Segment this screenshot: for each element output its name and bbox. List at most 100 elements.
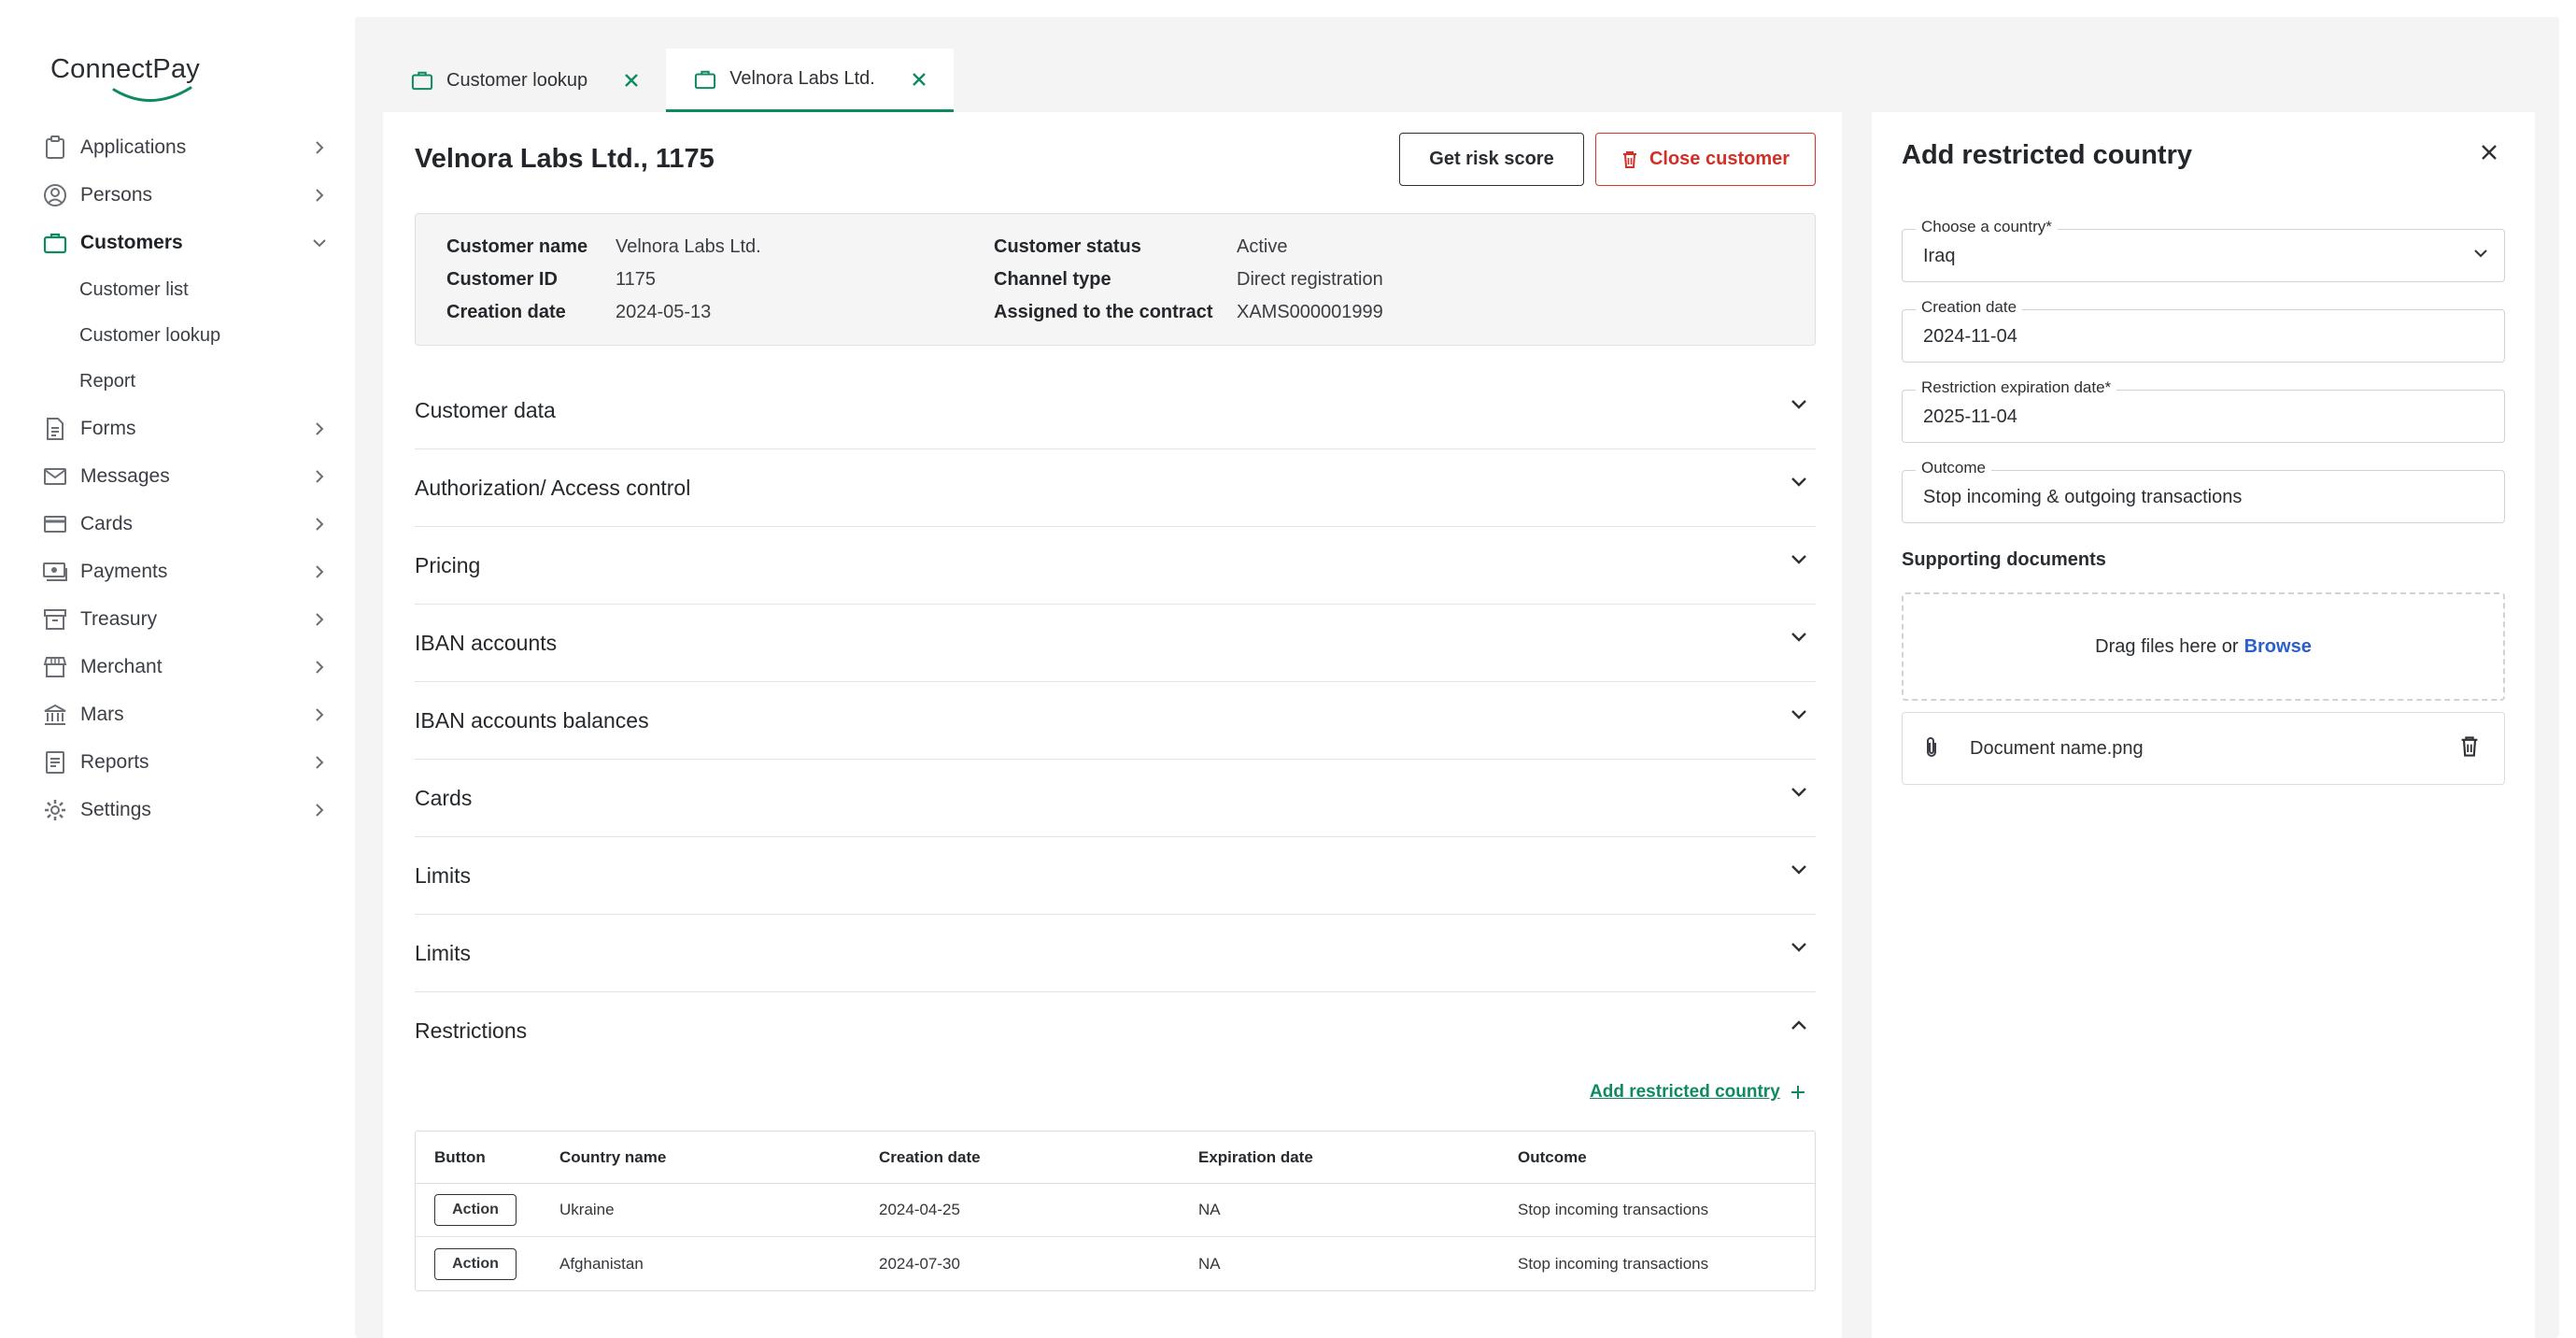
column-header: Country name	[559, 1147, 667, 1166]
tab-label: Velnora Labs Ltd.	[729, 68, 875, 89]
close-customer-button[interactable]: Close customer	[1595, 133, 1816, 186]
chevron-down-icon	[1790, 941, 1808, 954]
outcome-field[interactable]: Outcome Stop incoming & outgoing transac…	[1902, 459, 2505, 523]
close-customer-label: Close customer	[1649, 149, 1790, 169]
field-value: Iraq	[1923, 246, 1956, 266]
sidebar-item-label: Cards	[80, 513, 134, 534]
close-icon[interactable]	[2479, 142, 2499, 163]
gear-icon	[41, 796, 69, 824]
customer-detail-card: Velnora Labs Ltd., 1175 Get risk score C…	[383, 112, 1842, 1338]
paperclip-icon	[1923, 735, 1940, 760]
action-button[interactable]: Action	[434, 1194, 517, 1226]
sidebar-item-applications[interactable]: Applications	[41, 127, 331, 168]
get-risk-score-button[interactable]: Get risk score	[1399, 133, 1584, 186]
browse-link[interactable]: Browse	[2244, 636, 2312, 658]
store-icon	[41, 653, 69, 681]
envelope-icon	[41, 463, 69, 491]
sidebar-item-label: Settings	[80, 799, 151, 820]
tab-label: Customer lookup	[446, 69, 588, 91]
trash-icon	[1621, 150, 1638, 169]
sidebar-item-label: Persons	[80, 184, 153, 206]
payments-icon	[41, 558, 69, 586]
field-label: Choose a country*	[1916, 218, 2058, 236]
sidebar-item-label: Customers	[80, 232, 183, 253]
chevron-right-icon	[308, 799, 331, 821]
close-tab-icon[interactable]	[911, 71, 927, 88]
sidebar-item-label: Payments	[80, 561, 168, 582]
tab-velnora-labs[interactable]: Velnora Labs Ltd.	[666, 49, 954, 112]
briefcase-icon	[41, 229, 69, 257]
accordion-restrictions[interactable]: Restrictions	[415, 992, 1816, 1070]
channel-type-key: Channel type	[994, 269, 1111, 290]
accordion-label: Limits	[415, 941, 472, 965]
accordion-limits-2[interactable]: Limits	[415, 915, 1816, 992]
sidebar-item-messages[interactable]: Messages	[41, 456, 331, 497]
chevron-down-icon	[1790, 553, 1808, 566]
country-cell: Afghanistan	[559, 1254, 644, 1273]
customer-status-key: Customer status	[994, 236, 1141, 257]
contract-value: XAMS000001999	[1237, 302, 1383, 322]
expiration-date-cell: NA	[1198, 1254, 1221, 1273]
bank-icon	[41, 701, 69, 729]
accordion-cards[interactable]: Cards	[415, 760, 1816, 837]
field-value: 2025-11-04	[1923, 406, 2017, 427]
accordion-pricing[interactable]: Pricing	[415, 527, 1816, 605]
chevron-right-icon	[308, 751, 331, 774]
field-label: Creation date	[1916, 298, 2023, 317]
sidebar-item-merchant[interactable]: Merchant	[41, 647, 331, 688]
accordion-limits[interactable]: Limits	[415, 837, 1816, 915]
report-icon	[41, 748, 69, 776]
sidebar-item-treasury[interactable]: Treasury	[41, 599, 331, 640]
tab-customer-lookup[interactable]: Customer lookup	[383, 49, 666, 112]
country-select[interactable]: Choose a country* Iraq	[1902, 218, 2505, 282]
sidebar-item-forms[interactable]: Forms	[41, 408, 331, 449]
sidebar-item-reports[interactable]: Reports	[41, 742, 331, 783]
chevron-down-icon	[1790, 863, 1808, 876]
chevron-right-icon	[308, 704, 331, 726]
chevron-down-icon	[1790, 708, 1808, 721]
sidebar-item-customers[interactable]: Customers	[41, 222, 331, 263]
brand-logo[interactable]: ConnectPay	[50, 54, 200, 102]
accordion-label: Limits	[415, 863, 472, 888]
trash-icon[interactable]	[2459, 735, 2480, 758]
page-title: Velnora Labs Ltd., 1175	[415, 144, 715, 174]
table-header: Button Country name Creation date Expira…	[416, 1132, 1815, 1184]
sidebar: ConnectPay Applications Persons Customer…	[0, 0, 355, 1338]
customer-name-key: Customer name	[446, 236, 588, 257]
chevron-right-icon	[308, 418, 331, 440]
expiration-date-field[interactable]: Restriction expiration date* 2025-11-04	[1902, 378, 2505, 443]
creation-date-field[interactable]: Creation date 2024-11-04	[1902, 298, 2505, 363]
accordion-iban-accounts[interactable]: IBAN accounts	[415, 605, 1816, 682]
sidebar-item-settings[interactable]: Settings	[41, 790, 331, 831]
sidebar-subitem-customer-lookup[interactable]: Customer lookup	[79, 317, 220, 354]
close-tab-icon[interactable]	[623, 72, 640, 89]
sidebar-item-cards[interactable]: Cards	[41, 504, 331, 545]
accordion-label: Cards	[415, 786, 473, 810]
accordion-label: Customer data	[415, 398, 556, 422]
dropzone-text: Drag files here or	[2095, 635, 2239, 657]
plus-icon	[1790, 1084, 1806, 1101]
supporting-documents-label: Supporting documents	[1902, 549, 2106, 570]
outcome-cell: Stop incoming transactions	[1518, 1254, 1709, 1273]
archive-icon	[41, 605, 69, 633]
sidebar-item-persons[interactable]: Persons	[41, 175, 331, 216]
contract-key: Assigned to the contract	[994, 302, 1213, 322]
attached-file: Document name.png	[1902, 712, 2505, 785]
creation-date-cell: 2024-07-30	[879, 1254, 960, 1273]
action-button[interactable]: Action	[434, 1247, 517, 1280]
credit-card-icon	[41, 510, 69, 538]
table-row: Action Afghanistan 2024-07-30 NA Stop in…	[416, 1237, 1815, 1290]
sidebar-item-mars[interactable]: Mars	[41, 694, 331, 735]
accordion-customer-data[interactable]: Customer data	[415, 372, 1816, 449]
sidebar-item-payments[interactable]: Payments	[41, 551, 331, 592]
expiration-date-cell: NA	[1198, 1201, 1221, 1218]
accordion-authorization[interactable]: Authorization/ Access control	[415, 449, 1816, 527]
sidebar-subitem-customer-list[interactable]: Customer list	[79, 271, 189, 308]
field-label: Outcome	[1916, 459, 1991, 477]
chevron-down-icon	[1790, 786, 1808, 799]
sidebar-subitem-report[interactable]: Report	[79, 363, 135, 400]
accordion-iban-balances[interactable]: IBAN accounts balances	[415, 682, 1816, 760]
add-restricted-country-link[interactable]: Add restricted country	[1590, 1082, 1806, 1103]
file-dropzone[interactable]: Drag files here or Browse	[1902, 592, 2505, 701]
logo-swoosh-icon	[112, 86, 192, 102]
